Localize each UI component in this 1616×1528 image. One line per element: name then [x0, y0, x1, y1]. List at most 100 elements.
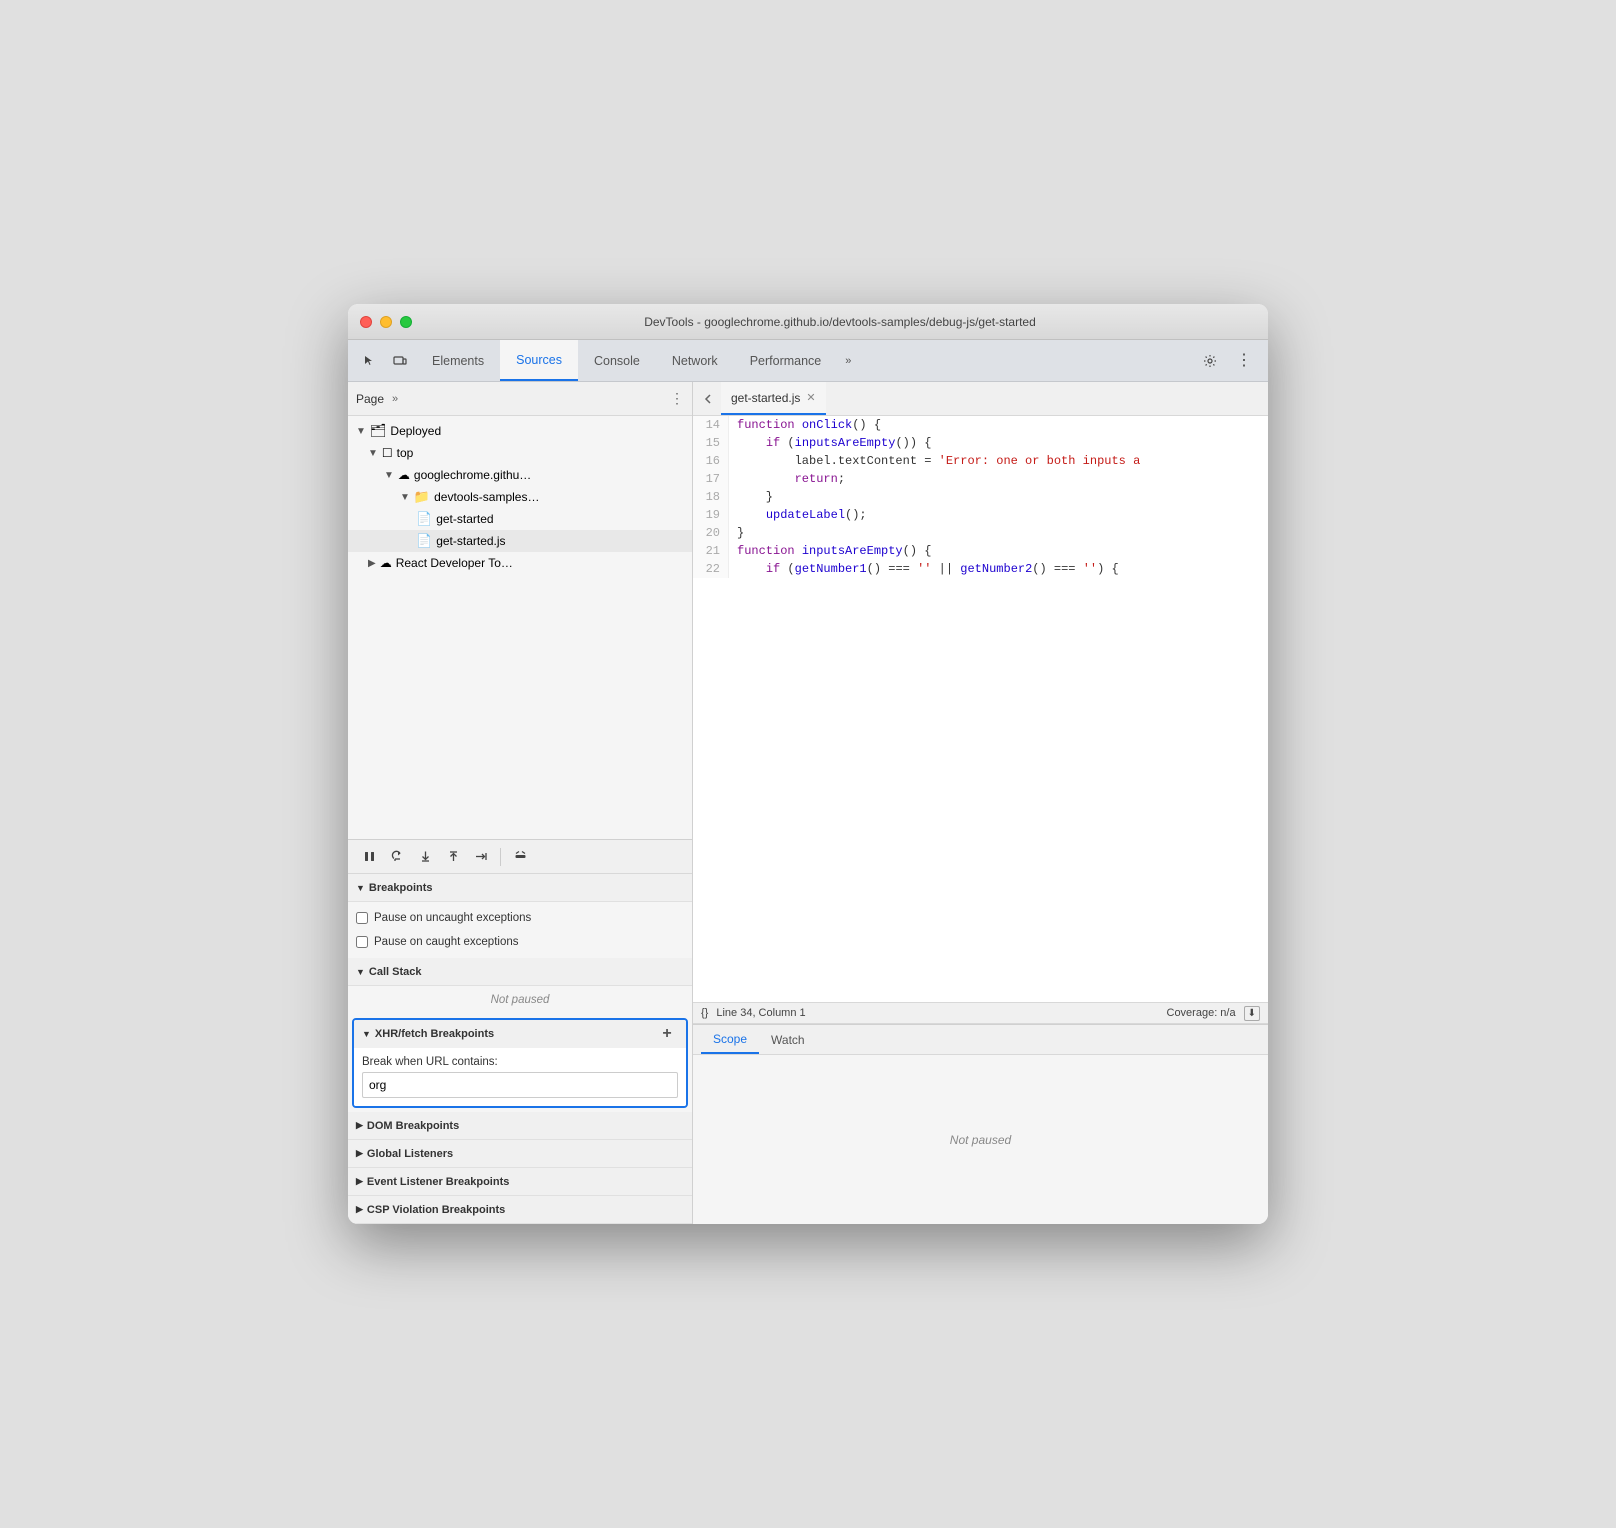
- main-content: Page » ⋮ ▼ 🗂 Deployed ▼ ☐ top: [348, 382, 1268, 1224]
- tab-network[interactable]: Network: [656, 340, 734, 381]
- tree-item-get-started[interactable]: 📄 get-started: [348, 508, 692, 530]
- tree-arrow-top: ▼: [368, 448, 378, 459]
- tree-item-get-started-js[interactable]: 📄 get-started.js: [348, 530, 692, 552]
- line-code-14: function onClick() {: [729, 416, 881, 434]
- dom-breakpoints-header[interactable]: ▶ DOM Breakpoints: [348, 1112, 692, 1140]
- tabbar: Elements Sources Console Network Perform…: [348, 340, 1268, 382]
- tab-performance[interactable]: Performance: [734, 340, 838, 381]
- titlebar: DevTools - googlechrome.github.io/devtoo…: [348, 304, 1268, 340]
- tree-item-deployed[interactable]: ▼ 🗂 Deployed: [348, 420, 692, 442]
- minimize-button[interactable]: [380, 316, 392, 328]
- line-num-19: 19: [693, 506, 729, 524]
- tree-item-react[interactable]: ▶ ☁ React Developer To…: [348, 552, 692, 574]
- line-num-16: 16: [693, 452, 729, 470]
- editor-tabs: get-started.js ✕: [693, 382, 1268, 416]
- line-code-15: if (inputsAreEmpty()) {: [729, 434, 931, 452]
- global-arrow: ▶: [356, 1148, 363, 1159]
- line-code-16: label.textContent = 'Error: one or both …: [729, 452, 1140, 470]
- tree-label-gs: get-started: [436, 512, 493, 526]
- step-over-btn[interactable]: [384, 844, 410, 870]
- more-options-icon[interactable]: ⋮: [1230, 347, 1258, 375]
- csp-header[interactable]: ▶ CSP Violation Breakpoints: [348, 1196, 692, 1224]
- line-code-21: function inputsAreEmpty() {: [729, 542, 931, 560]
- status-coverage: Coverage: n/a: [1167, 1007, 1236, 1019]
- editor-tab-label: get-started.js: [731, 391, 800, 405]
- tree-label-gc: googlechrome.githu…: [414, 468, 531, 482]
- status-bar-right: Coverage: n/a ⬇: [1167, 1006, 1261, 1021]
- tree-item-googlechrome[interactable]: ▼ ☁ googlechrome.githu…: [348, 464, 692, 486]
- scope-tabs: Scope Watch: [693, 1025, 1268, 1055]
- code-line-19: 19 updateLabel();: [693, 506, 1268, 524]
- maximize-button[interactable]: [400, 316, 412, 328]
- tree-item-devtools[interactable]: ▼ 📁 devtools-samples…: [348, 486, 692, 508]
- cloud-icon-react: ☁: [380, 556, 392, 570]
- line-code-18: }: [729, 488, 773, 506]
- editor-tab-js[interactable]: get-started.js ✕: [721, 382, 826, 415]
- scope-tab-scope[interactable]: Scope: [701, 1026, 759, 1054]
- pause-uncaught-checkbox[interactable]: [356, 912, 368, 924]
- tree-arrow-gc: ▼: [384, 470, 394, 481]
- editor-back-icon[interactable]: [697, 387, 721, 411]
- pause-caught-row[interactable]: Pause on caught exceptions: [356, 930, 684, 954]
- tree-label-gsjs: get-started.js: [436, 534, 505, 548]
- breakpoints-label: Breakpoints: [369, 882, 433, 894]
- line-num-15: 15: [693, 434, 729, 452]
- dom-label: DOM Breakpoints: [367, 1120, 459, 1132]
- line-num-20: 20: [693, 524, 729, 542]
- tab-console[interactable]: Console: [578, 340, 656, 381]
- cursor-icon[interactable]: [356, 347, 384, 375]
- tab-sources[interactable]: Sources: [500, 340, 578, 381]
- csp-label: CSP Violation Breakpoints: [367, 1204, 505, 1216]
- pause-btn[interactable]: [356, 844, 382, 870]
- folder-icon-dt: 📁: [414, 489, 430, 505]
- tree-item-top[interactable]: ▼ ☐ top: [348, 442, 692, 464]
- debug-toolbar: [348, 840, 692, 874]
- status-bar: {} Line 34, Column 1 Coverage: n/a ⬇: [693, 1002, 1268, 1024]
- code-line-15: 15 if (inputsAreEmpty()) {: [693, 434, 1268, 452]
- settings-icon[interactable]: [1196, 347, 1224, 375]
- pause-uncaught-row[interactable]: Pause on uncaught exceptions: [356, 906, 684, 930]
- xhr-label: XHR/fetch Breakpoints: [375, 1028, 494, 1040]
- step-btn[interactable]: [468, 844, 494, 870]
- coverage-download-icon[interactable]: ⬇: [1244, 1006, 1260, 1021]
- deactivate-btn[interactable]: [507, 844, 533, 870]
- cloud-icon-gc: ☁: [398, 468, 410, 482]
- call-stack-arrow: ▼: [356, 967, 365, 977]
- code-line-21: 21 function inputsAreEmpty() {: [693, 542, 1268, 560]
- xhr-header[interactable]: ▼ XHR/fetch Breakpoints +: [354, 1020, 686, 1048]
- tree-label-dt: devtools-samples…: [434, 490, 539, 504]
- code-line-22: 22 if (getNumber1() === '' || getNumber2…: [693, 560, 1268, 578]
- panel-dots-menu[interactable]: ⋮: [670, 390, 684, 407]
- csp-arrow: ▶: [356, 1204, 363, 1215]
- breakpoints-section-header[interactable]: ▼ Breakpoints: [348, 874, 692, 902]
- status-curly: {}: [701, 1007, 708, 1019]
- tab-settings-area: ⋮: [1196, 347, 1260, 375]
- panel-more-arrow[interactable]: »: [392, 393, 398, 405]
- more-tabs-button[interactable]: »: [837, 340, 859, 381]
- global-listeners-header[interactable]: ▶ Global Listeners: [348, 1140, 692, 1168]
- call-stack-section-header[interactable]: ▼ Call Stack: [348, 958, 692, 986]
- file-tree: ▼ 🗂 Deployed ▼ ☐ top ▼ ☁ googlechrome.gi…: [348, 416, 692, 839]
- pause-caught-label: Pause on caught exceptions: [374, 936, 519, 948]
- event-listener-header[interactable]: ▶ Event Listener Breakpoints: [348, 1168, 692, 1196]
- close-button[interactable]: [360, 316, 372, 328]
- scope-tab-watch[interactable]: Watch: [759, 1026, 817, 1054]
- file-icon-gsjs: 📄: [416, 533, 432, 549]
- line-code-20: }: [729, 524, 744, 542]
- breakpoints-content: Pause on uncaught exceptions Pause on ca…: [348, 902, 692, 958]
- pause-uncaught-label: Pause on uncaught exceptions: [374, 912, 531, 924]
- tab-elements[interactable]: Elements: [416, 340, 500, 381]
- deployed-icon: 🗂: [370, 423, 387, 439]
- scope-content: Not paused: [693, 1055, 1268, 1224]
- xhr-section: ▼ XHR/fetch Breakpoints + Break when URL…: [352, 1018, 688, 1108]
- step-into-btn[interactable]: [412, 844, 438, 870]
- editor-tab-close[interactable]: ✕: [806, 391, 815, 404]
- device-toggle-icon[interactable]: [386, 347, 414, 375]
- panel-header: Page » ⋮: [348, 382, 692, 416]
- step-out-btn[interactable]: [440, 844, 466, 870]
- code-editor[interactable]: 14 function onClick() { 15 if (inputsAre…: [693, 416, 1268, 1002]
- pause-caught-checkbox[interactable]: [356, 936, 368, 948]
- xhr-add-button[interactable]: +: [656, 1023, 678, 1045]
- tree-arrow-deployed: ▼: [356, 426, 366, 437]
- xhr-input[interactable]: [362, 1072, 678, 1098]
